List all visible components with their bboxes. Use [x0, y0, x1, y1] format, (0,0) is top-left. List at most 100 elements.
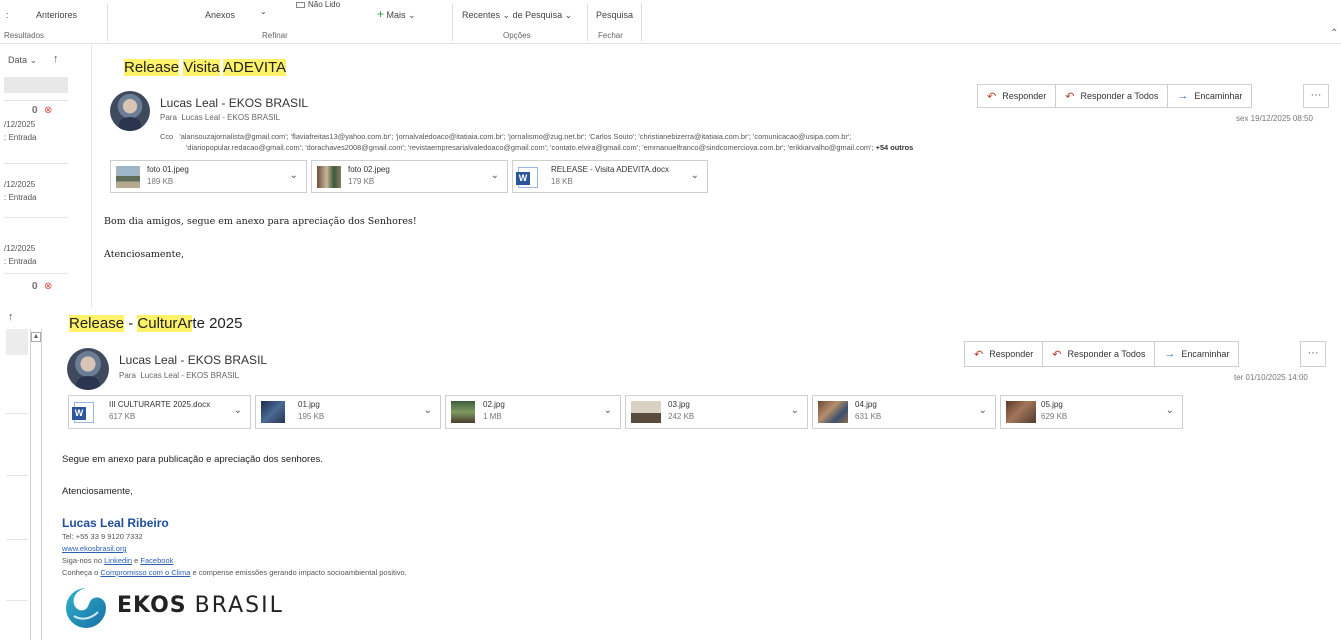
email-subject: Release - CulturArte 2025 — [69, 315, 242, 332]
reply-all-button[interactable]: ↶ Responder a Todos — [1042, 341, 1156, 367]
avatar[interactable] — [67, 348, 109, 390]
forward-label: Encaminhar — [1181, 349, 1230, 359]
attachment[interactable]: RELEASE - Visita ADEVITA.docx 18 KB ⌄ — [512, 160, 708, 193]
attachment[interactable]: 03.jpg 242 KB ⌄ — [625, 395, 808, 429]
plus-icon: + — [377, 7, 385, 21]
recent-searches-button[interactable]: Recentes ⌄ de Pesquisa ⌄ — [462, 10, 572, 21]
results-group-label: Resultados — [4, 31, 45, 40]
signature-website-link[interactable]: www.ekosbrasil.org — [62, 544, 127, 553]
linkedin-link[interactable]: Linkedin — [104, 556, 132, 565]
attachment[interactable]: foto 02.jpeg 179 KB ⌄ — [311, 160, 508, 193]
climate-link[interactable]: Compromisso com o Clima — [100, 568, 190, 577]
attachment-icon: 𝟎 — [32, 281, 38, 292]
unread-filter-button[interactable]: Não Lido — [296, 0, 340, 9]
attachment[interactable]: 05.jpg 629 KB ⌄ — [1000, 395, 1183, 429]
chevron-down-icon[interactable]: ⌄ — [979, 405, 987, 416]
attachment[interactable]: 04.jpg 631 KB ⌄ — [812, 395, 996, 429]
subject-word: Release — [124, 59, 180, 76]
sender-name[interactable]: Lucas Leal - EKOS BRASIL — [160, 96, 308, 110]
attachment-size: 631 KB — [855, 412, 882, 421]
reply-label: Responder — [989, 349, 1034, 359]
reply-all-icon: ↶ — [1052, 348, 1062, 361]
sender-name[interactable]: Lucas Leal - EKOS BRASIL — [119, 353, 267, 367]
reply-icon: ↶ — [974, 348, 984, 361]
sort-direction-icon[interactable]: ↑ — [8, 311, 14, 323]
envelope-icon — [296, 1, 305, 8]
climate-prefix: Conheça o — [62, 568, 101, 577]
chevron-down-icon[interactable]: ⌄ — [1166, 405, 1174, 416]
close-search-button[interactable]: Pesquisa — [596, 10, 633, 20]
attachment[interactable]: III CULTURARTE 2025.docx 617 KB ⌄ — [68, 395, 251, 429]
reply-button[interactable]: ↶ Responder — [964, 341, 1044, 367]
chevron-down-icon[interactable]: ⌄ — [260, 7, 267, 16]
recent-label: Recentes — [462, 10, 501, 20]
scroll-up-button[interactable]: ▲ — [31, 332, 41, 342]
signature-name: Lucas Leal Ribeiro — [62, 516, 169, 530]
forward-button[interactable]: → Encaminhar — [1154, 341, 1240, 367]
list-item-date[interactable]: /12/2025 — [4, 244, 35, 253]
chevron-down-icon[interactable]: ⌄ — [791, 405, 799, 416]
sort-label: Data — [8, 55, 28, 65]
divider — [4, 273, 68, 274]
options-group-label: Opções — [503, 31, 531, 40]
divider — [4, 217, 68, 218]
email-date: sex 19/12/2025 08:50 — [1236, 114, 1313, 123]
chevron-down-icon[interactable]: ⌄ — [691, 170, 699, 181]
more-actions-button[interactable]: ··· — [1300, 341, 1326, 367]
list-item-folder: : Entrada — [4, 257, 37, 266]
more-filter-button[interactable]: + Mais ⌄ — [377, 7, 416, 21]
to-recipient[interactable]: Lucas Leal - EKOS BRASIL — [181, 113, 280, 122]
attachment[interactable]: 02.jpg 1 MB ⌄ — [445, 395, 621, 429]
ribbon: : Anteriores Resultados Anexos ⌄ Não Lid… — [0, 0, 1341, 44]
bcc-recipients[interactable]: 'diariopopular.redacao@gmail.com'; 'dora… — [160, 143, 874, 152]
subject-word: ADEVITA — [222, 59, 287, 76]
more-actions-button[interactable]: ··· — [1303, 84, 1329, 108]
email-date: ter 01/10/2025 14:00 — [1234, 373, 1308, 382]
attachment-name: 03.jpg — [668, 400, 690, 409]
facebook-link[interactable]: Facebook — [140, 556, 173, 565]
forward-label: Encaminhar — [1194, 91, 1243, 101]
divider — [6, 475, 28, 476]
signature-climate: Conheça o Compromisso com o Clima e comp… — [62, 568, 407, 577]
avatar[interactable] — [110, 91, 150, 131]
more-recipients-link[interactable]: +54 outros — [876, 143, 914, 152]
list-item-folder: : Entrada — [4, 133, 37, 142]
attachment-name: 02.jpg — [483, 400, 505, 409]
divider — [6, 413, 28, 414]
attachments-filter-button[interactable]: Anexos — [205, 10, 235, 20]
reply-all-button[interactable]: ↶ Responder a Todos — [1055, 84, 1169, 108]
sort-direction-icon[interactable]: ↑ — [53, 53, 59, 65]
reply-button[interactable]: ↶ Responder — [977, 84, 1057, 108]
attachment[interactable]: foto 01.jpeg 189 KB ⌄ — [110, 160, 307, 193]
bcc-label: Cco — [160, 132, 174, 141]
selected-row-highlight — [6, 329, 28, 355]
list-item-date[interactable]: /12/2025 — [4, 180, 35, 189]
image-thumbnail — [261, 401, 285, 423]
collapse-ribbon-icon[interactable]: ⌃ — [1330, 28, 1338, 39]
chevron-down-icon[interactable]: ⌄ — [234, 405, 242, 416]
to-label: Para — [160, 113, 177, 122]
chevron-down-icon[interactable]: ⌄ — [424, 405, 432, 416]
to-recipient[interactable]: Lucas Leal - EKOS BRASIL — [140, 371, 239, 380]
chevron-down-icon[interactable]: ⌄ — [491, 170, 499, 181]
ribbon-separator — [641, 3, 642, 41]
list-item-date[interactable]: /12/2025 — [4, 120, 35, 129]
ribbon-separator — [452, 3, 453, 41]
sort-by-date-button[interactable]: Data ⌄ — [8, 55, 37, 66]
email1-action-buttons: ↶ Responder ↶ Responder a Todos → Encaminha… — [977, 84, 1253, 108]
reply-all-icon: ↶ — [1065, 90, 1075, 103]
attachment[interactable]: 01.jpg 195 KB ⌄ — [255, 395, 441, 429]
scrollbar[interactable] — [30, 329, 42, 640]
forward-icon: → — [1164, 348, 1176, 360]
ribbon-fragment: : — [6, 10, 9, 20]
bcc-recipients[interactable]: 'alansouzajornalista@gmail.com'; 'flavia… — [179, 132, 851, 141]
forward-button[interactable]: → Encaminhar — [1167, 84, 1253, 108]
chevron-down-icon[interactable]: ⌄ — [290, 170, 298, 181]
flag-icon: ⊗ — [44, 281, 53, 292]
previous-button[interactable]: Anteriores — [36, 10, 77, 20]
logo-light: BRASIL — [194, 593, 284, 618]
to-label: Para — [119, 371, 136, 380]
image-thumbnail — [631, 401, 661, 423]
message-list-pane-2: ↑ ▲ — [0, 307, 50, 640]
chevron-down-icon[interactable]: ⌄ — [604, 405, 612, 416]
